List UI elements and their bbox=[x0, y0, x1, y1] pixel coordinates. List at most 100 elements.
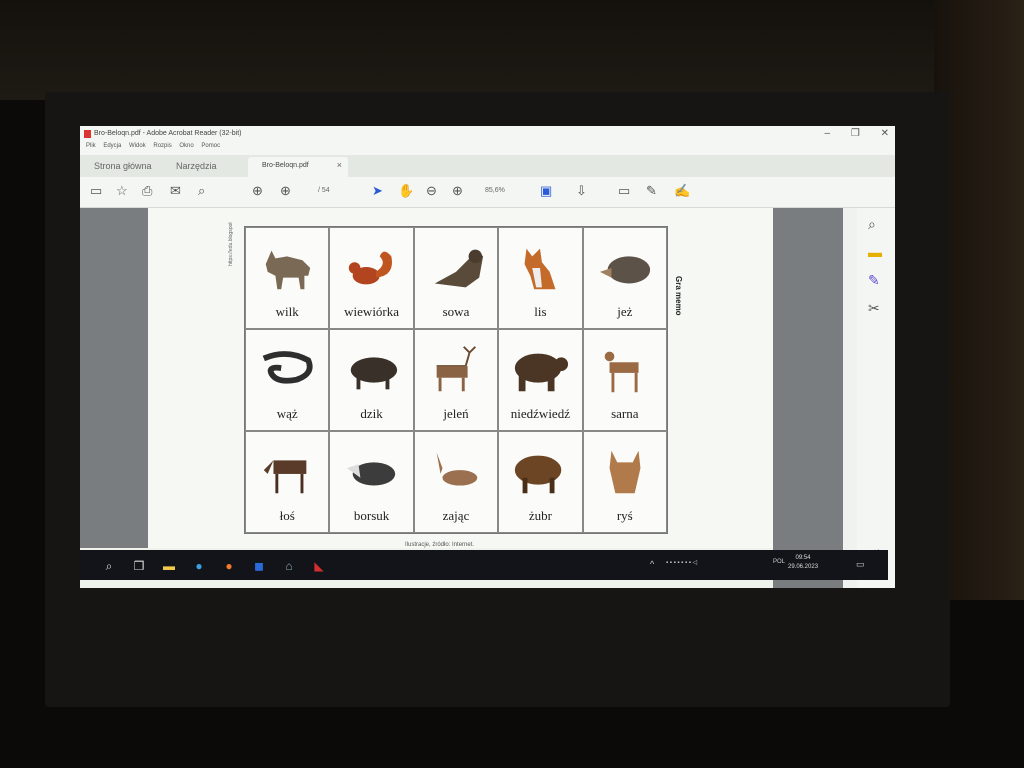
zoom-in-icon[interactable]: ⊕ bbox=[452, 183, 463, 199]
save-icon[interactable]: ▭ bbox=[90, 183, 102, 199]
owl-image bbox=[434, 249, 484, 288]
minimize-icon[interactable]: – bbox=[825, 128, 831, 139]
highlight-pen-icon[interactable]: ✎ bbox=[646, 183, 657, 199]
page-count: / 54 bbox=[318, 187, 330, 194]
animal-card: dzik bbox=[329, 329, 414, 431]
animal-label: jeleń bbox=[443, 406, 469, 421]
menu-sign[interactable]: Rozpis bbox=[153, 143, 171, 149]
animal-card: ryś bbox=[582, 431, 667, 533]
animal-label: łoś bbox=[279, 508, 295, 523]
tab-home[interactable]: Strona główna bbox=[94, 161, 152, 171]
language-indicator[interactable]: POL bbox=[773, 559, 785, 565]
animal-card: wąż bbox=[245, 329, 330, 431]
animal-card: sowa bbox=[413, 227, 499, 329]
hedgehog-image bbox=[599, 256, 650, 284]
maximize-icon[interactable]: ❐ bbox=[851, 128, 860, 139]
side-url: https://edu.blogspot bbox=[228, 222, 234, 266]
prev-page-icon[interactable]: ⊕ bbox=[252, 183, 263, 199]
taskbar-search-icon[interactable]: ⌕ bbox=[102, 559, 116, 573]
wolf-image bbox=[265, 250, 311, 290]
document-margin-left bbox=[80, 208, 148, 548]
animal-label: sarna bbox=[611, 406, 639, 421]
animal-card: jeleń bbox=[413, 329, 499, 431]
animal-card: żubr bbox=[498, 431, 583, 533]
menu-window[interactable]: Okno bbox=[179, 143, 193, 149]
menu-edit[interactable]: Edycja bbox=[103, 143, 121, 149]
clock-time: 09:54 bbox=[795, 555, 811, 561]
window-title: Bro-Beloqn.pdf - Adobe Acrobat Reader (3… bbox=[94, 130, 242, 137]
deer-image bbox=[436, 346, 477, 392]
vertical-scrollbar[interactable] bbox=[843, 208, 857, 588]
task-view-icon[interactable]: ❒ bbox=[132, 559, 146, 573]
windows-start-icon[interactable]: ⊞ bbox=[80, 559, 82, 573]
animal-label: wąż bbox=[276, 406, 298, 421]
fill-sign-icon[interactable]: ✎ bbox=[868, 272, 880, 289]
select-cursor-icon[interactable]: ➤ bbox=[372, 183, 383, 199]
window-controls: – ❐ ✕ bbox=[807, 128, 889, 139]
menu-help[interactable]: Pomoc bbox=[201, 143, 220, 149]
document-margin-right bbox=[773, 208, 843, 588]
menu-bar: Plik Edycja Widok Rozpis Okno Pomoc bbox=[80, 143, 895, 155]
animal-card: borsuk bbox=[329, 431, 414, 533]
zoom-out-icon[interactable]: ⊖ bbox=[426, 183, 437, 199]
tab-document-label: Bro-Beloqn.pdf bbox=[262, 162, 309, 169]
animal-label: wiewiórka bbox=[344, 304, 400, 319]
hand-tool-icon[interactable]: ✋ bbox=[398, 183, 414, 199]
animal-grid: wilk wiewiórka sowa lis jeż wąż dzik jel… bbox=[244, 226, 668, 534]
comment-tool-icon[interactable]: ▬ bbox=[868, 244, 882, 260]
fox-image bbox=[524, 248, 556, 290]
tools-icon[interactable]: ✂ bbox=[868, 300, 880, 317]
animal-label: sowa bbox=[442, 304, 470, 319]
animal-label: dzik bbox=[360, 406, 383, 421]
title-bar: Bro-Beloqn.pdf - Adobe Acrobat Reader (3… bbox=[80, 126, 895, 143]
tray-chevron-icon[interactable]: ^ bbox=[650, 559, 654, 569]
network-app-icon[interactable]: ⌂ bbox=[282, 559, 296, 573]
animal-label: niedźwiedź bbox=[510, 406, 570, 421]
moose-image bbox=[263, 460, 307, 494]
lynx-image bbox=[609, 450, 641, 494]
menu-view[interactable]: Widok bbox=[129, 143, 146, 149]
animal-label: borsuk bbox=[353, 508, 390, 523]
scroll-mode-icon[interactable]: ⇩ bbox=[576, 183, 587, 199]
tray-icons[interactable]: ▪ ▪ ▪ ▪ ▪ ▪ ▪ ◁ bbox=[666, 559, 697, 566]
tab-close-icon[interactable]: × bbox=[337, 160, 342, 170]
zoom-search-icon[interactable]: ⌕ bbox=[868, 216, 876, 233]
animal-label: wilk bbox=[275, 304, 299, 319]
projected-desktop: Bro-Beloqn.pdf - Adobe Acrobat Reader (3… bbox=[80, 126, 895, 588]
mail-icon[interactable]: ✉ bbox=[170, 183, 181, 199]
room-background bbox=[0, 0, 1024, 100]
right-tools-panel: ⌕ ▬ ✎ ✂ ⇥ bbox=[857, 208, 895, 588]
firefox-icon[interactable]: ● bbox=[222, 559, 236, 573]
clock[interactable]: 09:54 29.06.2023 bbox=[788, 554, 818, 572]
fit-page-icon[interactable]: ▣ bbox=[540, 183, 552, 199]
zoom-level[interactable]: 85,6% bbox=[485, 187, 505, 194]
bookmark-icon[interactable]: ☆ bbox=[116, 183, 128, 199]
tab-document[interactable]: Bro-Beloqn.pdf × bbox=[248, 157, 348, 177]
search-icon[interactable]: ⌕ bbox=[198, 183, 205, 199]
file-explorer-icon[interactable]: ▬ bbox=[162, 559, 176, 573]
print-icon[interactable]: ⎙ bbox=[142, 183, 152, 199]
edge-browser-icon[interactable]: ● bbox=[192, 559, 206, 573]
tab-tools[interactable]: Narzędzia bbox=[176, 161, 217, 171]
animal-card: lis bbox=[498, 227, 583, 329]
notification-icon[interactable]: ▭ bbox=[856, 559, 865, 570]
outlook-icon[interactable]: ◼ bbox=[252, 559, 266, 573]
bear-image bbox=[515, 353, 569, 392]
acrobat-taskbar-icon[interactable]: ◣ bbox=[312, 559, 326, 573]
tab-bar: Strona główna Narzędzia Bro-Beloqn.pdf × bbox=[80, 155, 895, 177]
next-page-icon[interactable]: ⊕ bbox=[280, 183, 291, 199]
menu-file[interactable]: Plik bbox=[86, 143, 96, 149]
close-icon[interactable]: ✕ bbox=[881, 128, 889, 139]
hare-image bbox=[436, 452, 478, 486]
taskbar: ⊞ ⌕ ❒ ▬ ● ● ◼ ⌂ ◣ ^ ▪ ▪ ▪ ▪ ▪ ▪ ▪ ◁ POL … bbox=[80, 550, 888, 580]
animal-label: jeż bbox=[617, 304, 633, 319]
animal-card: łoś bbox=[245, 431, 330, 533]
animal-card: zając bbox=[413, 431, 499, 533]
comment-icon[interactable]: ▭ bbox=[618, 183, 630, 199]
animal-label: ryś bbox=[616, 508, 633, 523]
boar-image bbox=[350, 357, 397, 390]
animal-card: jeż bbox=[582, 227, 667, 329]
animal-card: wilk bbox=[245, 227, 330, 329]
sign-icon[interactable]: ✍ bbox=[674, 183, 690, 199]
animal-label: lis bbox=[534, 304, 547, 319]
